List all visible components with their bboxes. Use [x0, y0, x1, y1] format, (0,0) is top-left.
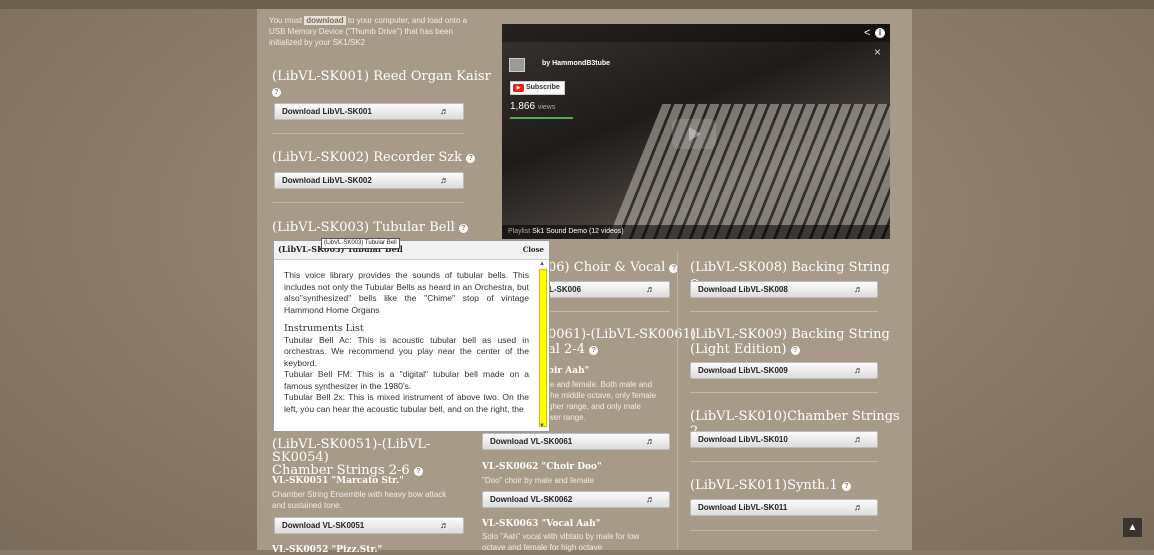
scrollbar-thumb[interactable] [539, 269, 547, 427]
dialog-header: (LibVL-SK003) Tubular Bell Close [274, 241, 549, 260]
sk0061-description: le and female. Both male and the middle … [548, 380, 657, 422]
sk0061-title: 0061)-(LibVL-SK0061) al 2-4 ? [548, 327, 696, 357]
music-note-icon: ♬ [854, 434, 863, 444]
video-player[interactable]: < i × by HammondB3tube ▶ Subscribe 1,866… [502, 24, 890, 239]
dialog-body: This voice library provides the sounds o… [284, 270, 529, 415]
play-button-icon[interactable] [672, 119, 716, 149]
video-thumbnail-keyboard [601, 104, 890, 239]
instrument-item: Tubular Bell FM: This is a "digital" tub… [284, 369, 529, 391]
info-icon[interactable]: ? [413, 467, 423, 476]
music-note-icon: ♬ [646, 436, 655, 446]
playlist-bar[interactable]: Playlist Sk1 Sound Demo (12 videos) [502, 225, 890, 239]
music-note-icon: ♬ [440, 175, 449, 185]
tooltip: (LibVL-SK003) Tubular Bell [321, 238, 400, 249]
download-sk008-button[interactable]: Download LibVL-SK008 ♬ [690, 281, 878, 298]
sk006-title: 06) Choir & Vocal ? [548, 260, 679, 275]
info-icon[interactable]: ? [466, 154, 476, 163]
divider [548, 311, 670, 312]
views-bar [510, 117, 573, 119]
info-icon[interactable]: ? [458, 224, 468, 233]
library-info-dialog: (LibVL-SK003) Tubular Bell Close (LibVL-… [273, 238, 550, 432]
intro-text: You must download to your computer, and … [269, 16, 468, 47]
download-sk011-button[interactable]: Download LibVL-SK011 ♬ [690, 499, 878, 516]
info-icon[interactable]: ? [272, 88, 281, 97]
download-sk0061-button[interactable]: Download VL-SK0061 ♬ [482, 433, 670, 450]
download-sk001-button[interactable]: Download LibVL-SK001 ♬ [274, 103, 464, 120]
top-strip [0, 0, 1154, 9]
channel-avatar [509, 58, 525, 72]
download-sk002-button[interactable]: Download LibVL-SK002 ♬ [274, 172, 464, 189]
music-note-icon: ♬ [854, 284, 863, 294]
sk0051-subtitle: VL-SK0051 "Marcato Str." [272, 476, 404, 486]
divider [272, 133, 464, 134]
instrument-item: Tubular Bell 2x: This is mixed instrumen… [284, 392, 529, 414]
music-note-icon: ♬ [646, 284, 655, 294]
instruments-heading: Instruments List [284, 323, 364, 334]
divider [690, 461, 878, 462]
info-icon[interactable]: ? [841, 482, 851, 491]
info-icon[interactable]: ? [790, 346, 800, 355]
sk0051-title: (LibVL-SK0051)-(LibVL-SK0054) Chamber Str… [272, 437, 431, 478]
instrument-item: Tubular Bell Ac: This is acoustic tubula… [284, 334, 529, 368]
download-sk0062-button[interactable]: Download VL-SK0062 ♬ [482, 491, 670, 508]
close-icon[interactable]: × [874, 45, 881, 59]
scroll-down-icon[interactable]: ▼ [539, 423, 545, 429]
sk0061-subtitle: oir Aah" [548, 366, 590, 376]
video-top-bar [502, 24, 890, 42]
download-sk006-button[interactable]: L-SK006 ♬ [548, 281, 670, 298]
description-paragraph: This voice library provides the sounds o… [284, 270, 529, 315]
divider [272, 202, 464, 203]
view-count: 1,866 views [510, 101, 556, 112]
music-note-icon: ♬ [854, 365, 863, 375]
dialog-scrollbar[interactable]: ▲ ▼ [538, 261, 548, 431]
download-sk010-button[interactable]: Download LibVL-SK010 ♬ [690, 431, 878, 448]
divider [690, 311, 878, 312]
sk009-title: (LibVL-SK009) Backing String (Light Editi… [690, 327, 890, 357]
download-sk009-button[interactable]: Download LibVL-SK009 ♬ [690, 362, 878, 379]
download-sk0051-button[interactable]: Download VL-SK0051 ♬ [274, 517, 464, 534]
sk003-title: (LibVL-SK003) Tubular Bell ? [272, 220, 492, 235]
divider [690, 392, 878, 393]
music-note-icon: ♬ [440, 520, 449, 530]
column-divider [677, 252, 678, 550]
music-note-icon: ♬ [440, 106, 449, 116]
download-link[interactable]: download [304, 16, 346, 25]
sk011-title: (LibVL-SK011)Synth.1 ? [690, 478, 900, 493]
dialog-close-button[interactable]: Close [523, 245, 544, 254]
music-note-icon: ♬ [646, 494, 655, 504]
sk0052-subtitle: VL-SK0052 "Pizz.Str." [272, 545, 383, 555]
sk0063-subtitle: VL-SK0063 "Vocal Aah" [482, 519, 601, 529]
scroll-up-icon[interactable]: ▲ [539, 261, 545, 267]
subscribe-button[interactable]: ▶ Subscribe [510, 81, 565, 95]
music-note-icon: ♬ [854, 502, 863, 512]
back-to-top-button[interactable]: ▲ [1123, 518, 1142, 537]
sk002-title: (LibVL-SK002) Recorder Szk ? [272, 150, 492, 165]
youtube-icon: ▶ [513, 84, 524, 92]
info-icon[interactable]: ? [589, 346, 599, 355]
sk0062-subtitle: VL-SK0062 "Choir Doo" [482, 462, 602, 472]
sk0062-description: "Doo" choir by male and female [482, 476, 594, 485]
sk0051-description: Chamber String Ensemble with heavy bow a… [272, 490, 447, 510]
up-arrow-icon: ▲ [1127, 522, 1138, 533]
info-icon[interactable]: i [875, 28, 885, 38]
channel-name[interactable]: by HammondB3tube [542, 60, 610, 67]
sk001-title: (LibVL-SK001) Reed Organ Kaisr? [272, 69, 491, 97]
share-icon[interactable]: < [864, 27, 870, 39]
divider [690, 530, 878, 531]
